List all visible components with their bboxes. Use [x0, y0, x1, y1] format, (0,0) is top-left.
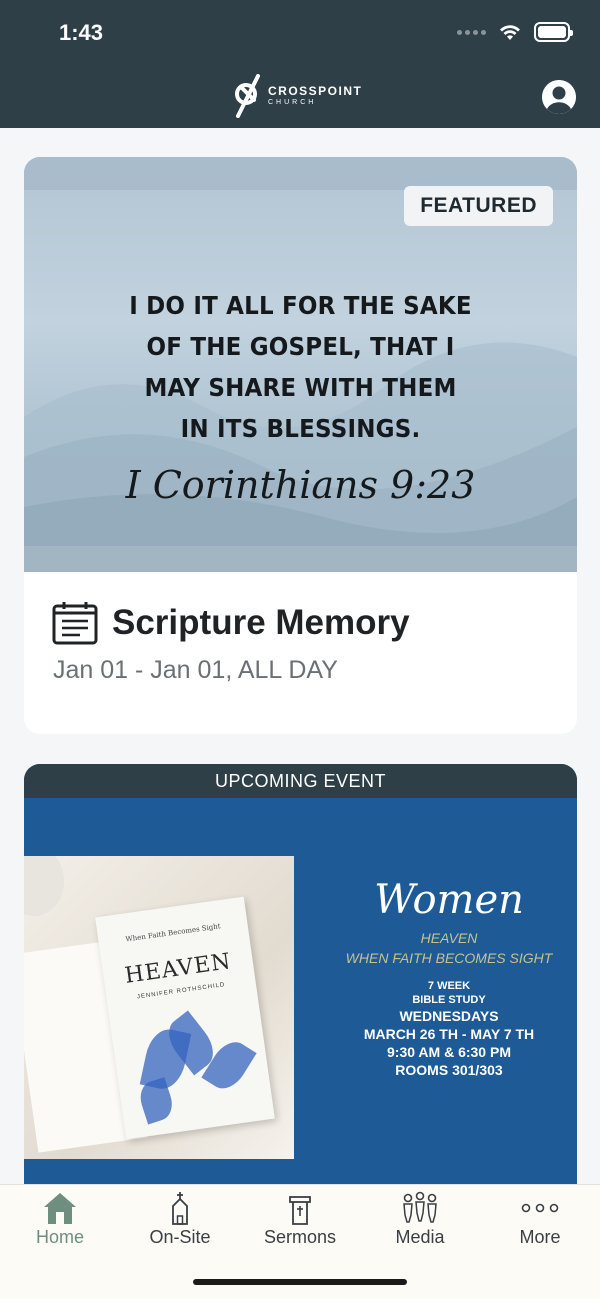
card-title-row: Scripture Memory: [52, 601, 410, 645]
tab-label: On-Site: [149, 1227, 211, 1247]
wifi-icon: [500, 25, 520, 40]
event-day: WEDNESDAYS: [399, 1008, 499, 1024]
event-dates: MARCH 26 TH - MAY 7 TH: [363, 1026, 535, 1042]
app-header: 1:43 CROSSPOINT CHURCH: [0, 0, 600, 128]
event-subtitle: WHEN FAITH BECOMES SIGHT: [345, 950, 553, 966]
home-indicator[interactable]: [193, 1279, 407, 1285]
quote-line: I DO IT ALL FOR THE SAKE: [129, 291, 472, 320]
quote-line: MAY SHARE WITH THEM: [144, 373, 457, 402]
tab-label: Home: [35, 1227, 84, 1247]
event-study: BIBLE STUDY: [412, 994, 486, 1006]
battery-icon: [534, 22, 573, 42]
book-subtitle: When Faith Becomes Sight: [125, 922, 222, 944]
event-details: Women HEAVEN WHEN FAITH BECOMES SIGHT 7 …: [324, 874, 574, 1078]
featured-badge: FEATURED: [404, 186, 553, 226]
quote-line: IN ITS BLESSINGS.: [180, 414, 421, 443]
event-rooms: ROOMS 301/303: [395, 1062, 503, 1078]
featured-image: FEATURED I DO IT ALL FOR THE SAKE OF THE…: [24, 157, 577, 572]
tab-home[interactable]: Home: [0, 1191, 120, 1248]
event-date: Jan 01 - Jan 01, ALL DAY: [53, 656, 338, 684]
calendar-icon: [52, 602, 98, 645]
quote-line: OF THE GOSPEL, THAT I: [146, 332, 455, 361]
profile-button[interactable]: [542, 80, 576, 114]
more-icon: [521, 1203, 559, 1213]
user-icon: [542, 80, 576, 114]
status-icons: [457, 22, 573, 42]
signal-icon: [457, 29, 486, 35]
scripture-quote: I DO IT ALL FOR THE SAKE OF THE GOSPEL, …: [46, 285, 555, 449]
tab-label: More: [519, 1227, 561, 1247]
scripture-reference: I Corinthians 9:23: [125, 463, 476, 507]
tab-label: Media: [395, 1227, 445, 1247]
event-title: Scripture Memory: [112, 603, 410, 642]
book-photo: When Faith Becomes Sight HEAVEN JENNIFER…: [24, 856, 294, 1159]
women-title: Women: [374, 877, 524, 923]
featured-card[interactable]: FEATURED I DO IT ALL FOR THE SAKE OF THE…: [24, 157, 577, 734]
tab-sermons[interactable]: Sermons: [240, 1191, 360, 1248]
status-time: 1:43: [59, 20, 104, 45]
logo-sub-text: CHURCH: [268, 99, 317, 106]
pulpit-icon: [289, 1196, 311, 1225]
tab-on-site[interactable]: On-Site: [120, 1191, 240, 1248]
mug-image: [24, 856, 64, 916]
heaven-label: HEAVEN: [420, 930, 478, 946]
book-image: When Faith Becomes Sight HEAVEN JENNIFER…: [95, 896, 275, 1140]
crosspoint-logo-icon: [235, 74, 260, 118]
church-icon: [172, 1192, 188, 1225]
upcoming-event-label: UPCOMING EVENT: [24, 764, 577, 798]
people-icon: [403, 1191, 437, 1223]
tab-media[interactable]: Media: [360, 1191, 480, 1248]
logo-main-text: CROSSPOINT: [268, 84, 363, 98]
event-times: 9:30 AM & 6:30 PM: [387, 1044, 511, 1060]
event-weeks: 7 WEEK: [427, 980, 471, 992]
tab-more[interactable]: More: [480, 1191, 600, 1248]
upcoming-event-card[interactable]: UPCOMING EVENT When Faith Becomes Sight …: [24, 764, 577, 1224]
church-logo[interactable]: CROSSPOINT CHURCH: [234, 74, 362, 118]
tab-label: Sermons: [263, 1227, 337, 1247]
home-icon: [44, 1193, 76, 1224]
